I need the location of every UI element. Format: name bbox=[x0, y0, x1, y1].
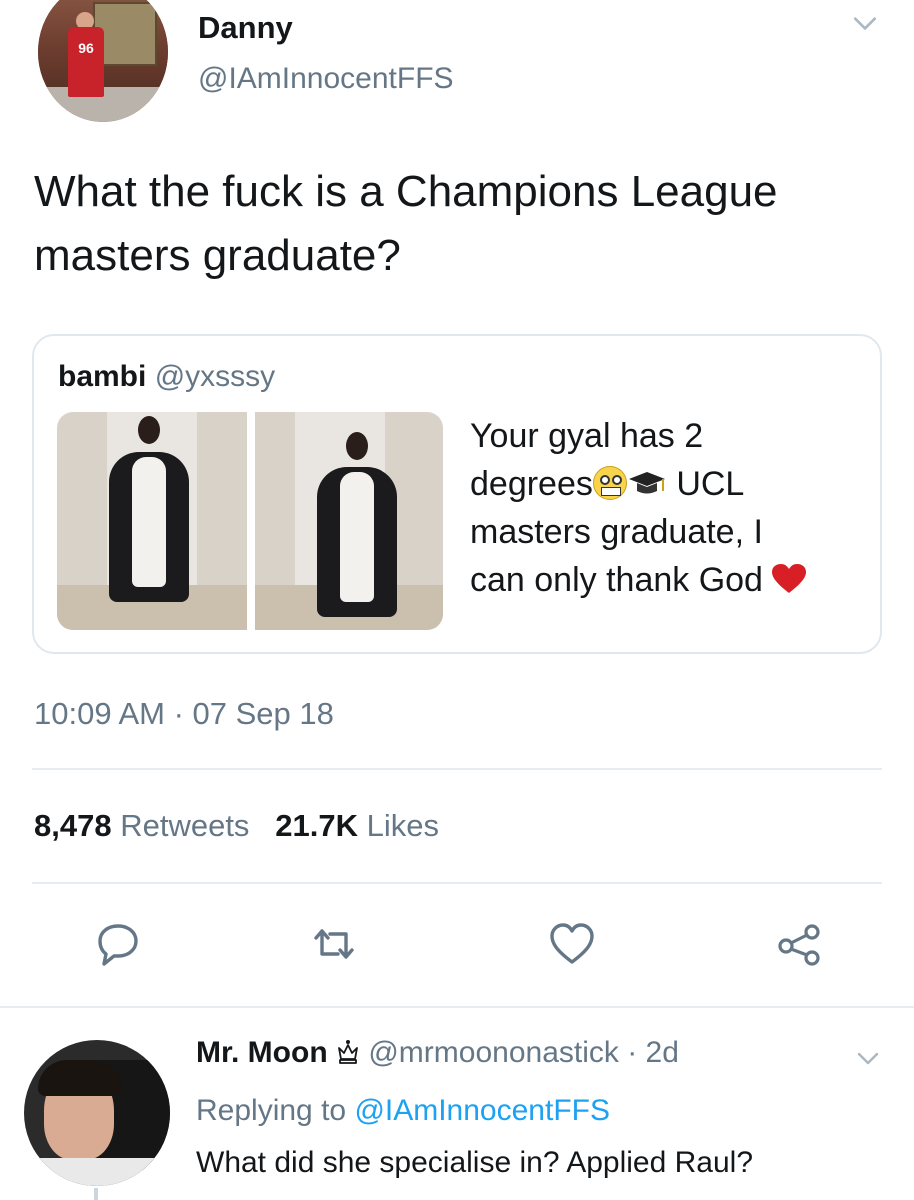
retweet-label: Retweets bbox=[120, 808, 250, 843]
tweet-timestamp[interactable]: 10:09 AM · 07 Sep 18 bbox=[34, 696, 334, 732]
quoted-tweet-text: Your gyal has 2 degrees UCL masters grad… bbox=[470, 412, 870, 604]
grimacing-face-icon bbox=[592, 466, 627, 500]
quoted-text-degrees: degrees bbox=[470, 465, 593, 503]
tweet-text: What the fuck is a Champions League mast… bbox=[34, 167, 778, 280]
reply-author-name[interactable]: Mr. Moon bbox=[196, 1036, 328, 1069]
author-avatar[interactable]: 96 bbox=[38, 0, 168, 122]
replying-to-line: Replying to @IAmInnocentFFS bbox=[196, 1094, 610, 1128]
like-icon[interactable] bbox=[548, 920, 596, 968]
reply-icon[interactable] bbox=[94, 920, 142, 968]
avatar-shirt bbox=[24, 1158, 170, 1186]
retweet-stat[interactable]: 8,478 Retweets bbox=[34, 808, 249, 843]
thread-line bbox=[94, 1188, 98, 1200]
quoted-photo-1[interactable] bbox=[57, 412, 247, 630]
tweet-stats: 8,478 Retweets 21.7K Likes bbox=[34, 808, 439, 844]
avatar-hair bbox=[38, 1060, 122, 1096]
quoted-text-line-1: Your gyal has 2 bbox=[470, 417, 704, 455]
quoted-text-line-4: can only thank God bbox=[470, 556, 870, 604]
quoted-text-line-3: masters graduate, I bbox=[470, 513, 763, 551]
retweet-count: 8,478 bbox=[34, 808, 112, 843]
replying-to-mention[interactable]: @IAmInnocentFFS bbox=[354, 1094, 610, 1127]
quoted-text-ucl: UCL bbox=[676, 465, 745, 503]
quoted-author-name: bambi bbox=[58, 360, 147, 393]
avatar-person bbox=[68, 27, 104, 97]
divider bbox=[0, 1006, 914, 1008]
crown-icon bbox=[338, 1040, 358, 1064]
quoted-photo-2[interactable] bbox=[255, 412, 443, 630]
quoted-tweet-author: bambi @yxsssy bbox=[58, 360, 275, 394]
photo-dress bbox=[132, 457, 166, 587]
retweet-icon[interactable] bbox=[310, 920, 358, 968]
photo-head bbox=[346, 432, 368, 460]
chevron-down-icon[interactable] bbox=[856, 1046, 880, 1070]
like-stat[interactable]: 21.7K Likes bbox=[275, 808, 439, 843]
share-icon[interactable] bbox=[776, 920, 824, 968]
like-count: 21.7K bbox=[275, 808, 359, 843]
quoted-text-line-2: degrees UCL bbox=[470, 460, 870, 508]
author-handle[interactable]: @IAmInnocentFFS bbox=[198, 62, 454, 96]
divider bbox=[32, 768, 882, 770]
photo-dress bbox=[340, 472, 374, 602]
like-label: Likes bbox=[366, 808, 440, 843]
quoted-author-handle: @yxsssy bbox=[154, 360, 276, 393]
quoted-text-thank-god: can only thank God bbox=[470, 561, 763, 599]
divider bbox=[32, 882, 882, 884]
red-heart-icon bbox=[772, 564, 807, 593]
graduation-cap-icon bbox=[628, 472, 665, 494]
reply-author-avatar[interactable] bbox=[24, 1040, 170, 1186]
author-name[interactable]: Danny bbox=[198, 10, 293, 46]
reply-header: Mr. Moon @mrmoononastick · 2d bbox=[196, 1036, 679, 1070]
reply-text: What did she specialise in? Applied Raul… bbox=[196, 1146, 754, 1179]
photo-head bbox=[138, 416, 160, 444]
chevron-down-icon[interactable] bbox=[852, 10, 878, 36]
replying-prefix: Replying to bbox=[196, 1094, 347, 1127]
reply-author-handle[interactable]: @mrmoononastick bbox=[368, 1036, 619, 1069]
avatar-jersey-number: 96 bbox=[78, 40, 94, 56]
reply-age: · 2d bbox=[627, 1036, 679, 1069]
